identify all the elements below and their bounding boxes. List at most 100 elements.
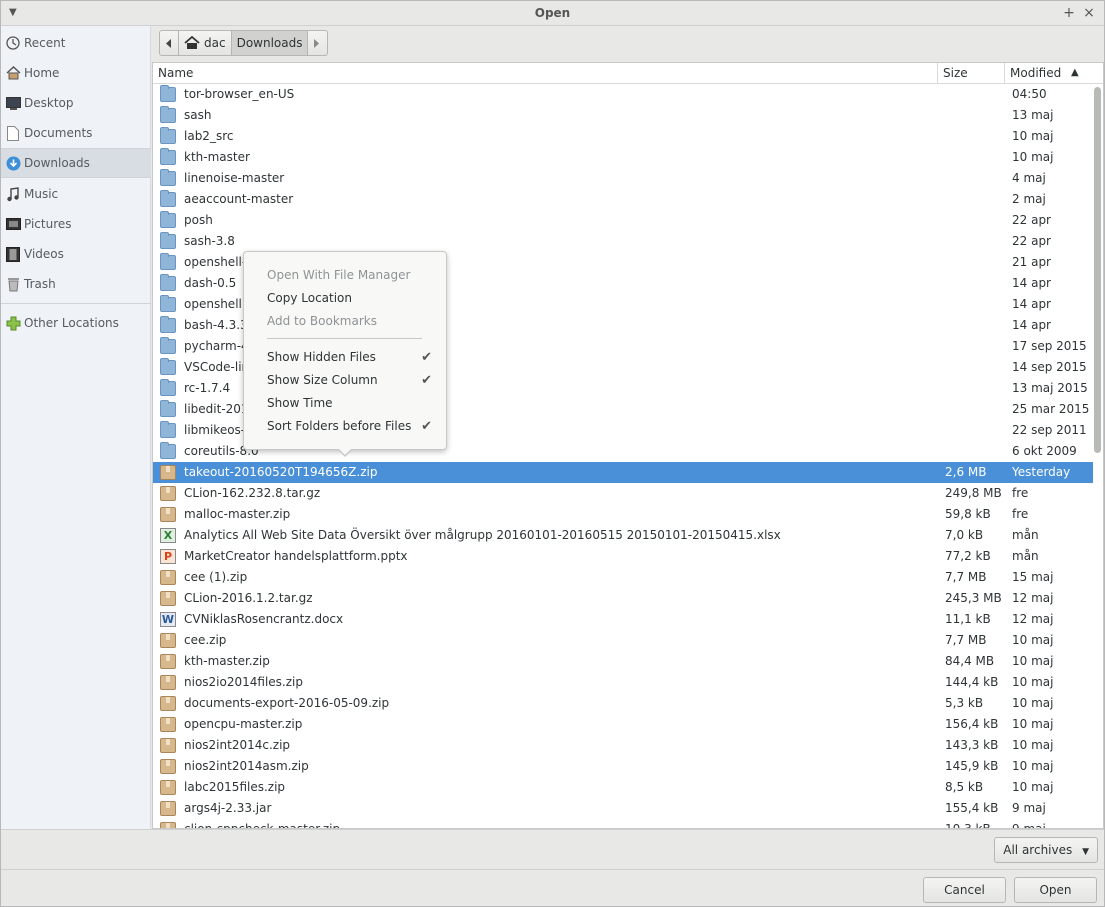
file-name: cee (1).zip [184, 570, 248, 584]
file-size: 10,3 kB [945, 822, 991, 829]
path-forward-button[interactable] [308, 30, 329, 56]
folder-icon [160, 253, 176, 270]
chevron-down-icon: ▼ [1082, 847, 1089, 857]
menu-separator [267, 338, 422, 339]
file-size [945, 420, 1005, 441]
file-rows: tor-browser_en-US 04:50 sash 13 maj lab2_src… [153, 84, 1093, 829]
folder-icon [160, 190, 176, 207]
file-row[interactable]: linenoise-master 4 maj [153, 168, 1093, 189]
sort-ascending-icon: ▲ [1071, 67, 1079, 78]
file-modified: 10 maj [1012, 129, 1054, 143]
file-row[interactable]: args4j-2.33.jar 155,4 kB 9 maj [153, 798, 1093, 819]
file-name: cee.zip [184, 633, 227, 647]
file-row[interactable]: P MarketCreator handelsplattform.pptx 77,2… [153, 546, 1093, 567]
file-name: nios2io2014files.zip [184, 675, 303, 689]
file-row[interactable]: CLion-162.232.8.tar.gz 249,8 MB fre [153, 483, 1093, 504]
archive-icon [160, 654, 176, 669]
file-row[interactable]: opencpu-master.zip 156,4 kB 10 maj [153, 714, 1093, 735]
menu-item-show-size-column[interactable]: Show Size Column ✔ [244, 369, 448, 392]
archive-icon [160, 759, 176, 774]
file-row[interactable]: takeout-20160520T194656Z.zip 2,6 MB Yester… [153, 462, 1093, 483]
file-row[interactable]: CLion-2016.1.2.tar.gz 245,3 MB 12 maj [153, 588, 1093, 609]
path-bar: dac Downloads [159, 30, 329, 56]
open-button[interactable]: Open [1014, 877, 1097, 903]
path-home-button[interactable]: dac [179, 30, 232, 56]
folder-icon [160, 85, 176, 102]
action-bar: Cancel Open [1, 869, 1104, 906]
sidebar-item-music[interactable]: Music [1, 180, 151, 208]
path-back-button[interactable] [159, 30, 179, 56]
sidebar-item-pictures[interactable]: Pictures [1, 210, 151, 238]
sidebar-item-label: Trash [24, 277, 56, 291]
sidebar-item-desktop[interactable]: Desktop [1, 89, 151, 117]
file-name: malloc-master.zip [184, 507, 291, 521]
file-modified: 14 apr [1012, 297, 1051, 311]
column-name[interactable]: Name [153, 63, 938, 84]
sidebar-item-documents[interactable]: Documents [1, 119, 151, 147]
cancel-button[interactable]: Cancel [923, 877, 1006, 903]
maximize-icon[interactable]: + [1061, 5, 1077, 21]
path-current-button[interactable]: Downloads [231, 30, 309, 56]
column-size[interactable]: Size [938, 63, 1005, 84]
file-row[interactable]: cee (1).zip 7,7 MB 15 maj [153, 567, 1093, 588]
folder-icon [160, 421, 176, 438]
file-row[interactable]: nios2int2014c.zip 143,3 kB 10 maj [153, 735, 1093, 756]
file-row[interactable]: nios2io2014files.zip 144,4 kB 10 maj [153, 672, 1093, 693]
sidebar-item-trash[interactable]: Trash [1, 270, 151, 298]
file-row[interactable]: aeaccount-master 2 maj [153, 189, 1093, 210]
sidebar-item-other-locations[interactable]: Other Locations [1, 309, 151, 337]
file-name: lab2_src [184, 129, 234, 143]
close-icon[interactable]: × [1081, 5, 1097, 21]
file-row[interactable]: nios2int2014asm.zip 145,9 kB 10 maj [153, 756, 1093, 777]
file-modified: 10 maj [1012, 738, 1054, 752]
folder-icon [160, 232, 176, 249]
file-row[interactable]: posh 22 apr [153, 210, 1093, 231]
file-row[interactable]: kth-master.zip 84,4 MB 10 maj [153, 651, 1093, 672]
file-modified: 22 sep 2011 [1012, 423, 1087, 437]
file-type-filter[interactable]: All archives ▼ [994, 837, 1098, 863]
menu-item-show-time[interactable]: Show Time [244, 392, 448, 415]
sidebar-item-home[interactable]: Home [1, 59, 151, 87]
file-modified: 22 apr [1012, 234, 1051, 248]
file-row[interactable]: W CVNiklasRosencrantz.docx 11,1 kB 12 maj [153, 609, 1093, 630]
places-sidebar: Recent Home Desktop Documents Downloads … [1, 26, 151, 829]
file-row[interactable]: kth-master 10 maj [153, 147, 1093, 168]
file-row[interactable]: labc2015files.zip 8,5 kB 10 maj [153, 777, 1093, 798]
archive-icon [160, 486, 176, 501]
downloads-icon [5, 155, 21, 171]
file-row[interactable]: sash 13 maj [153, 105, 1093, 126]
file-modified: fre [1012, 486, 1029, 500]
file-modified: 10 maj [1012, 759, 1054, 773]
file-row[interactable]: clion-cppcheck-master.zip 10,3 kB 9 maj [153, 819, 1093, 829]
title-bar: ▼ Open + × [1, 1, 1104, 26]
file-row[interactable]: tor-browser_en-US 04:50 [153, 84, 1093, 105]
sidebar-item-recent[interactable]: Recent [1, 29, 151, 57]
file-modified: 13 maj 2015 [1012, 381, 1088, 395]
file-name: labc2015files.zip [184, 780, 286, 794]
sidebar-divider [1, 303, 151, 304]
file-size: 144,4 kB [945, 675, 999, 689]
file-size [945, 189, 1005, 210]
file-row[interactable]: lab2_src 10 maj [153, 126, 1093, 147]
file-modified: 12 maj [1012, 591, 1054, 605]
file-modified: 4 maj [1012, 171, 1046, 185]
file-row[interactable]: documents-export-2016-05-09.zip 5,3 kB 10 … [153, 693, 1093, 714]
file-row[interactable]: cee.zip 7,7 MB 10 maj [153, 630, 1093, 651]
file-name: Analytics All Web Site Data Översikt öve… [184, 528, 781, 542]
sidebar-item-downloads[interactable]: Downloads [1, 149, 151, 177]
file-row[interactable]: sash-3.8 22 apr [153, 231, 1093, 252]
file-name: documents-export-2016-05-09.zip [184, 696, 390, 710]
file-row[interactable]: malloc-master.zip 59,8 kB fre [153, 504, 1093, 525]
folder-icon [160, 148, 176, 165]
chevron-right-icon [314, 38, 320, 48]
scrollbar[interactable] [1094, 87, 1101, 453]
menu-item-show-hidden-files[interactable]: Show Hidden Files ✔ [244, 346, 448, 369]
sidebar-item-videos[interactable]: Videos [1, 240, 151, 268]
menu-item-sort-folders-before-files[interactable]: Sort Folders before Files ✔ [244, 415, 448, 438]
file-size: 245,3 MB [945, 591, 1002, 605]
menu-item-copy-location[interactable]: Copy Location [244, 287, 448, 310]
file-name: kth-master [184, 150, 250, 164]
filter-bar: All archives ▼ [1, 829, 1104, 869]
file-row[interactable]: X Analytics All Web Site Data Översikt öv… [153, 525, 1093, 546]
column-modified[interactable]: Modified ▲ [1005, 63, 1093, 84]
